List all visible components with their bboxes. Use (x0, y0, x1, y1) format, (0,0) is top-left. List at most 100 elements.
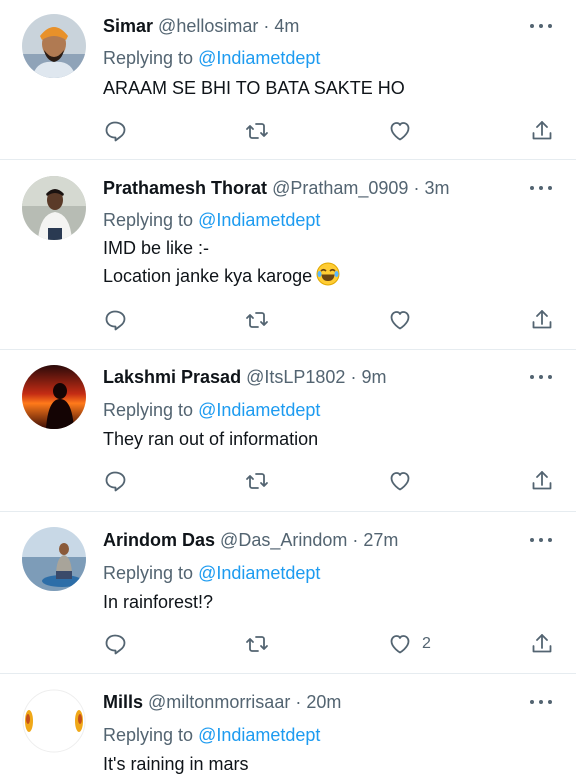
separator: · (352, 530, 359, 550)
user-handle[interactable]: @hellosimar (158, 16, 258, 36)
tweet-header: Simar @hellosimar · 4m (103, 14, 299, 38)
timestamp[interactable]: 20m (306, 692, 341, 712)
tweet-header: Lakshmi Prasad @ItsLP1802 · 9m (103, 365, 386, 389)
mention-link[interactable]: @Indiametdept (198, 563, 320, 583)
retweet-icon (246, 123, 268, 139)
action-bar (0, 306, 576, 334)
like-button[interactable] (388, 467, 422, 495)
user-handle[interactable]: @Das_Arindom (220, 530, 347, 550)
mention-link[interactable]: @Indiametdept (198, 725, 320, 745)
separator: · (295, 692, 302, 712)
avatar-image (22, 14, 86, 78)
tweet-text: ARAAM SE BHI TO BATA SAKTE HO (103, 74, 405, 102)
tweet-header: Prathamesh Thorat @Pratham_0909 · 3m (103, 176, 449, 200)
mention-link[interactable]: @Indiametdept (198, 210, 320, 230)
retweet-button[interactable] (245, 630, 269, 658)
reply-button[interactable] (103, 630, 127, 658)
more-icon[interactable] (530, 367, 552, 387)
replying-to: Replying to @Indiametdept (103, 398, 320, 422)
tweet[interactable]: Simar @hellosimar · 4m Replying to @Indi… (0, 0, 576, 160)
display-name[interactable]: Lakshmi Prasad (103, 367, 241, 387)
more-icon[interactable] (530, 16, 552, 36)
reply-button[interactable] (103, 306, 127, 334)
display-name[interactable]: Mills (103, 692, 143, 712)
avatar[interactable] (22, 365, 86, 429)
replying-prefix: Replying to (103, 210, 194, 230)
avatar[interactable] (22, 689, 86, 753)
retweet-icon (246, 312, 268, 328)
reply-button[interactable] (103, 467, 127, 495)
tweet-line: ARAAM SE BHI TO BATA SAKTE HO (103, 78, 405, 98)
replying-prefix: Replying to (103, 48, 194, 68)
mention-link[interactable]: @Indiametdept (198, 48, 320, 68)
reply-icon (105, 310, 126, 331)
share-button[interactable] (530, 467, 554, 495)
replying-prefix: Replying to (103, 400, 194, 420)
avatar[interactable] (22, 14, 86, 78)
action-bar (0, 467, 576, 495)
timestamp[interactable]: 27m (363, 530, 398, 550)
user-handle[interactable]: @ItsLP1802 (246, 367, 345, 387)
avatar[interactable] (22, 176, 86, 240)
display-name[interactable]: Prathamesh Thorat (103, 178, 267, 198)
share-button[interactable] (530, 306, 554, 334)
tweet-text: In rainforest!? (103, 588, 213, 616)
tweet-line: In rainforest!? (103, 592, 214, 612)
retweet-button[interactable] (245, 306, 269, 334)
retweet-button[interactable] (245, 467, 269, 495)
share-icon (532, 121, 552, 140)
reply-icon (105, 121, 126, 142)
tweet-line: IMD be like :- (103, 238, 210, 258)
reply-button[interactable] (103, 117, 127, 145)
share-icon (532, 471, 552, 490)
timestamp[interactable]: 4m (274, 16, 299, 36)
avatar[interactable] (22, 527, 86, 591)
tweet[interactable]: Prathamesh Thorat @Pratham_0909 · 3m Rep… (0, 160, 576, 350)
avatar-image (22, 689, 86, 753)
like-button[interactable]: 2 (388, 630, 431, 658)
user-handle[interactable]: @Pratham_0909 (272, 178, 408, 198)
replying-to: Replying to @Indiametdept (103, 46, 320, 70)
avatar-image (22, 527, 86, 591)
tweet[interactable]: Lakshmi Prasad @ItsLP1802 · 9m Replying … (0, 350, 576, 512)
tweet-line: They ran out of information (103, 429, 319, 449)
more-icon[interactable] (530, 692, 552, 712)
retweet-button[interactable] (245, 117, 269, 145)
timestamp[interactable]: 3m (424, 178, 449, 198)
tweet-line: It's raining in mars (103, 754, 249, 774)
heart-icon (390, 472, 410, 491)
retweet-icon (246, 473, 268, 489)
action-bar: 2 (0, 630, 576, 658)
share-icon (532, 634, 552, 653)
more-icon[interactable] (530, 530, 552, 550)
tweet[interactable]: Arindom Das @Das_Arindom · 27m Replying … (0, 512, 576, 674)
tweet-text: It's raining in mars (103, 750, 249, 778)
heart-icon (390, 311, 410, 330)
tweet-line: Location janke kya karoge (103, 266, 313, 286)
tweet-header: Mills @miltonmorrisaar · 20m (103, 690, 341, 714)
share-button[interactable] (530, 630, 554, 658)
replying-prefix: Replying to (103, 725, 194, 745)
display-name[interactable]: Simar (103, 16, 153, 36)
share-icon (532, 310, 552, 329)
more-icon[interactable] (530, 178, 552, 198)
like-button[interactable] (388, 306, 422, 334)
separator: · (350, 367, 357, 387)
separator: · (263, 16, 270, 36)
retweet-icon (246, 636, 268, 652)
display-name[interactable]: Arindom Das (103, 530, 215, 550)
avatar-image (22, 365, 86, 429)
reply-icon (105, 634, 126, 655)
user-handle[interactable]: @miltonmorrisaar (148, 692, 290, 712)
replying-to: Replying to @Indiametdept (103, 208, 320, 232)
avatar-image (22, 176, 86, 240)
laughing-emoji (316, 262, 340, 294)
share-button[interactable] (530, 117, 554, 145)
tweet-text: IMD be like :- Location janke kya karoge (103, 234, 340, 294)
reply-icon (105, 471, 126, 492)
timestamp[interactable]: 9m (361, 367, 386, 387)
mention-link[interactable]: @Indiametdept (198, 400, 320, 420)
heart-icon (390, 122, 410, 141)
like-button[interactable] (388, 117, 422, 145)
tweet[interactable]: Mills @miltonmorrisaar · 20m Replying to… (0, 674, 576, 781)
